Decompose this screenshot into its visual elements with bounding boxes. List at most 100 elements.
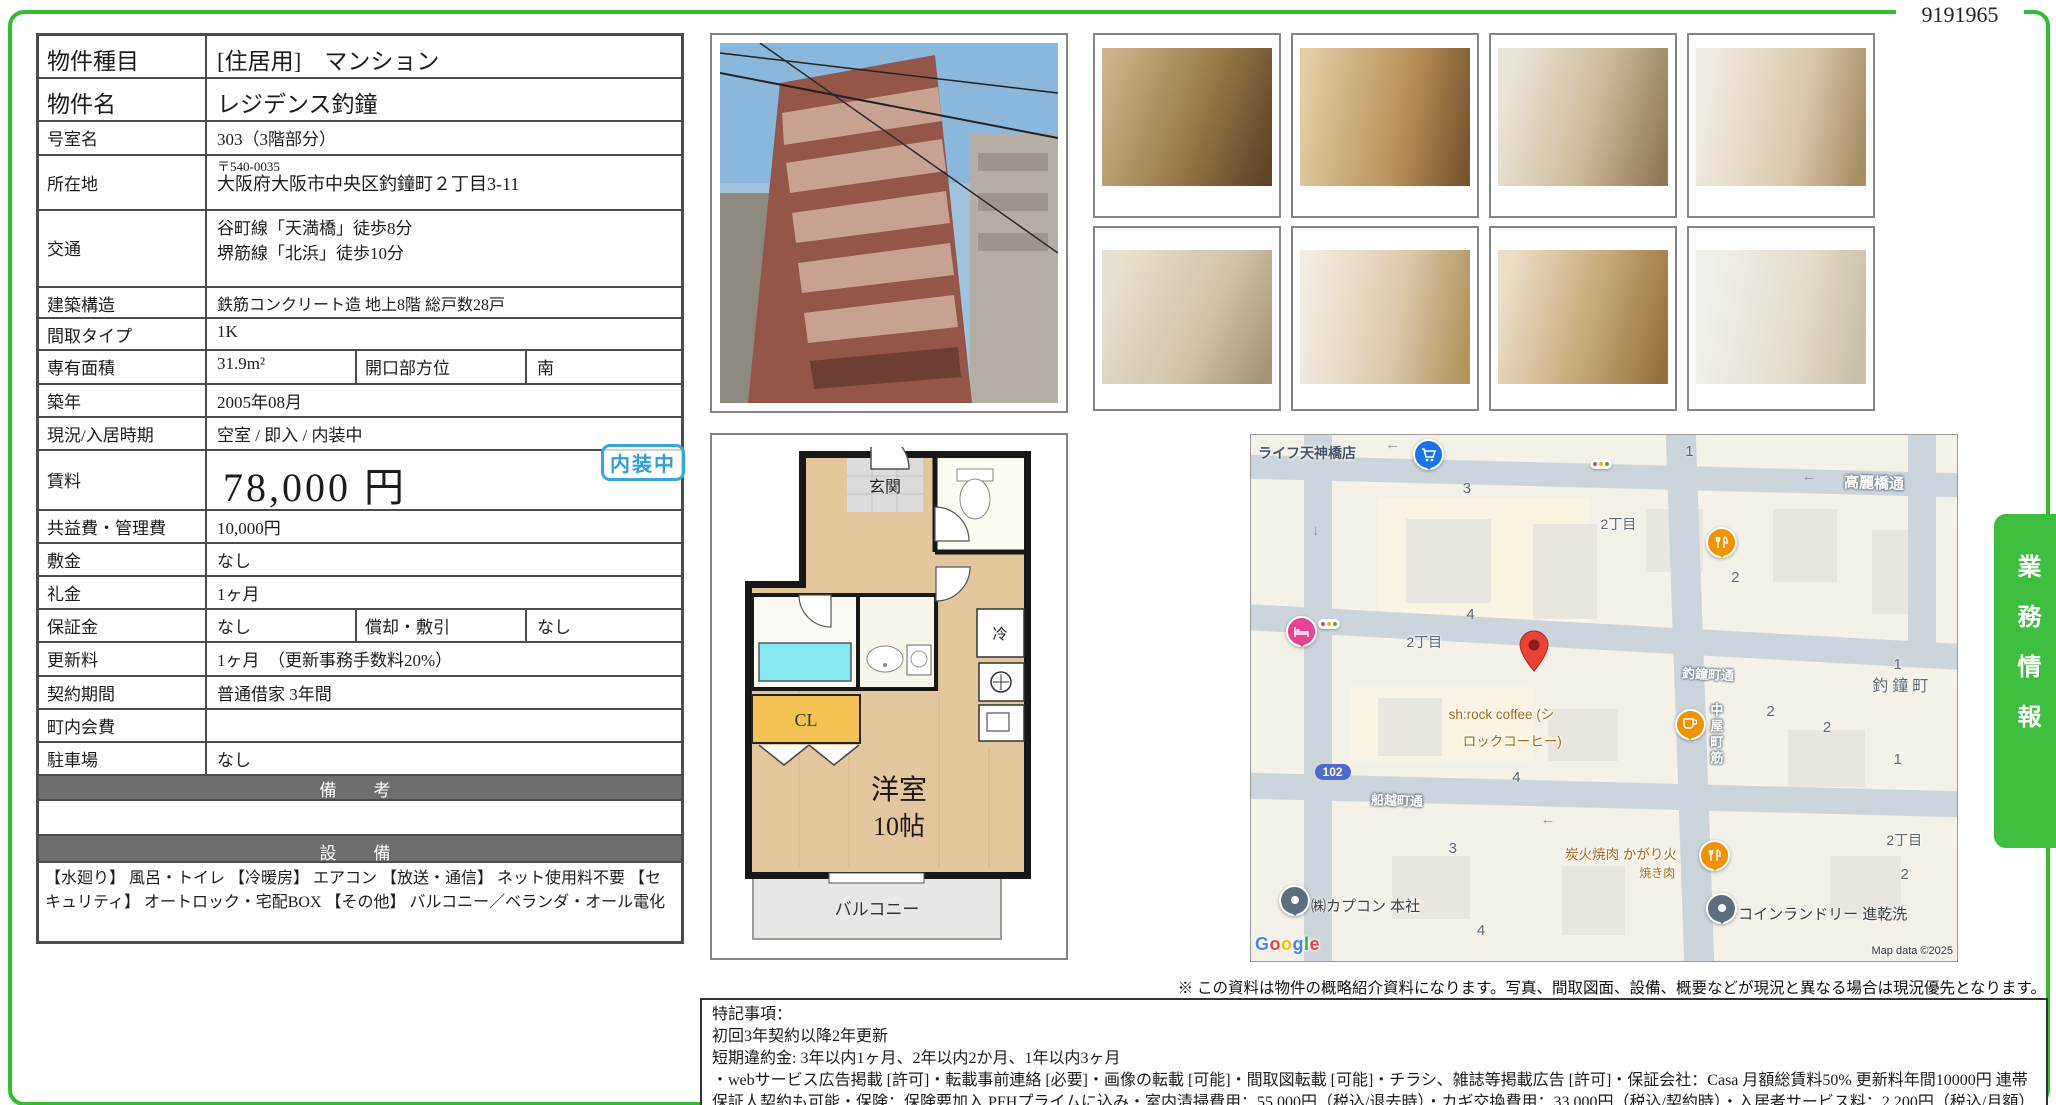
special-notes-box: 特記事項： 初回3年契約以降2年更新 短期違約金: 3年以内1ヶ月、2年以内2か… bbox=[700, 998, 2048, 1105]
row-value: なし bbox=[207, 743, 681, 774]
equipment-text: 【水廻り】 風呂・トイレ 【冷暖房】 エアコン 【放送・通信】 ネット使用料不要… bbox=[39, 863, 681, 941]
google-logo-letter: e bbox=[1310, 934, 1321, 954]
place-pin-icon bbox=[1279, 885, 1310, 916]
table-row: 物件名 レジデンス釣鐘 bbox=[39, 79, 681, 122]
postal-code: 〒540-0035 bbox=[217, 160, 681, 174]
road-west-vertical bbox=[1304, 434, 1332, 962]
table-row-deposit: 保証金 なし 償却・敷引 なし bbox=[39, 610, 681, 643]
table-row: 物件種目 [住居用] マンション bbox=[39, 36, 681, 79]
row-value: なし bbox=[207, 544, 681, 575]
row-sublabel: 開口部方位 bbox=[357, 351, 527, 383]
table-row-area: 専有面積 31.9m² 開口部方位 南 bbox=[39, 351, 681, 385]
table-row-transport: 交通 谷町線「天満橋」徒歩8分 堺筋線「北浜」徒歩10分 bbox=[39, 211, 681, 288]
google-logo-letter: o bbox=[1281, 934, 1293, 954]
row-label: 間取タイプ bbox=[39, 319, 207, 349]
google-logo-letter: g bbox=[1293, 934, 1305, 954]
interior-work-badge: 内装中 bbox=[601, 444, 685, 481]
place-pin-icon bbox=[1706, 893, 1737, 924]
block-number: 2 bbox=[1731, 569, 1739, 586]
transport-line-1: 谷町線「天満橋」徒歩8分 bbox=[217, 214, 681, 239]
traffic-light-icon bbox=[1590, 459, 1612, 469]
table-row: 建築構造 鉄筋コンクリート造 地上8階 総戸数28戸 bbox=[39, 288, 681, 319]
remarks-text bbox=[39, 801, 681, 834]
table-row: 敷金 なし bbox=[39, 544, 681, 577]
notes-line: 短期違約金: 3年以内1ヶ月、2年以内2か月、1年以内3ヶ月 bbox=[712, 1048, 2036, 1070]
road-arrow-icon: ↓ bbox=[1312, 522, 1320, 539]
yakiniku-sub-label: 焼き肉 bbox=[1639, 864, 1675, 881]
chome-label-se: 2丁目 bbox=[1886, 830, 1922, 850]
row-label: 所在地 bbox=[39, 156, 207, 209]
row-value: 10,000円 bbox=[207, 511, 681, 542]
block-number: 1 bbox=[1685, 443, 1693, 460]
route-shield: 102 bbox=[1315, 764, 1351, 780]
row-label: 号室名 bbox=[39, 122, 207, 154]
road-arrow-icon: ← bbox=[1385, 436, 1400, 453]
row-label: 町内会費 bbox=[39, 710, 207, 741]
row-label: 契約期間 bbox=[39, 677, 207, 708]
row-label: 現況/入居時期 bbox=[39, 418, 207, 449]
row-label: 物件名 bbox=[39, 79, 207, 120]
block-number: 4 bbox=[1477, 922, 1485, 939]
block-number: 4 bbox=[1466, 606, 1474, 623]
block-number: 2 bbox=[1901, 866, 1909, 883]
map-building bbox=[1773, 509, 1837, 583]
row-value: なし bbox=[207, 610, 357, 641]
table-row: 礼金 1ヶ月 bbox=[39, 577, 681, 610]
capcom-label: ㈱カプコン 本社 bbox=[1311, 895, 1420, 916]
table-row: 更新料 1ヶ月 （更新事務手数料20%） bbox=[39, 643, 681, 677]
chome-label-ne: 2丁目 bbox=[1600, 514, 1636, 534]
street-name-vertical: 中屋町筋 bbox=[1706, 703, 1725, 767]
row-value bbox=[207, 710, 681, 741]
map-building bbox=[1533, 524, 1597, 619]
row-label: 交通 bbox=[39, 211, 207, 286]
row-value: レジデンス釣鐘 bbox=[207, 79, 681, 120]
road-arrow-icon: ← bbox=[1540, 811, 1555, 828]
remarks-body bbox=[39, 801, 681, 836]
coffee-shop-label: sh:rock coffee (シ bbox=[1449, 703, 1555, 723]
document-id: 9191965 bbox=[1922, 2, 1999, 28]
row-value: 1ヶ月 （更新事務手数料20%） bbox=[207, 643, 681, 675]
row-label: 物件種目 bbox=[39, 36, 207, 77]
row-label: 敷金 bbox=[39, 544, 207, 575]
document-id-patch: 9191965 bbox=[1896, 0, 2024, 30]
laundry-label: コインランドリー 進乾洗 bbox=[1738, 903, 1907, 924]
restaurant-icon-ne bbox=[1706, 527, 1737, 558]
table-row: 間取タイプ 1K bbox=[39, 319, 681, 351]
row-subvalue: 南 bbox=[527, 351, 681, 383]
street-name-mid: 釣鐘町通 bbox=[1681, 662, 1734, 684]
notes-title: 特記事項： bbox=[712, 1004, 2036, 1026]
table-row: 築年 2005年08月 bbox=[39, 385, 681, 418]
notes-line: ・webサービス広告掲載 [許可]・転載事前連絡 [必要]・画像の転載 [可能]… bbox=[712, 1070, 2036, 1105]
equipment-header: 設 備 bbox=[39, 836, 681, 863]
google-logo-letter: G bbox=[1255, 934, 1270, 954]
row-value: 2005年08月 bbox=[207, 385, 681, 416]
property-table: 物件種目 [住居用] マンション 物件名 レジデンス釣鐘 号室名 303（3階部… bbox=[36, 33, 684, 944]
traffic-light-icon bbox=[1318, 619, 1340, 629]
address-text: 大阪府大阪市中央区釣鐘町２丁目3-11 bbox=[217, 174, 681, 196]
row-label: 築年 bbox=[39, 385, 207, 416]
property-location-marker bbox=[1519, 630, 1549, 672]
street-name-south: 船越町通 bbox=[1371, 789, 1424, 810]
block-number: 2 bbox=[1823, 719, 1831, 736]
chome-label-w: 2丁目 bbox=[1406, 632, 1442, 652]
table-row-address: 所在地 〒540-0035 大阪府大阪市中央区釣鐘町２丁目3-11 bbox=[39, 156, 681, 211]
table-row: 号室名 303（3階部分） bbox=[39, 122, 681, 156]
town-label: 釣鐘町 bbox=[1872, 672, 1932, 696]
coffee-icon bbox=[1675, 709, 1706, 740]
map-building bbox=[1562, 866, 1626, 934]
block-number: 3 bbox=[1449, 840, 1457, 857]
road-far-east-vertical bbox=[1908, 434, 1936, 666]
google-logo: Google bbox=[1255, 934, 1320, 955]
road-east-vertical bbox=[1665, 434, 1714, 962]
property-flyer-page: 9191965 物件種目 [住居用] マンション 物件名 レジデンス釣鐘 号室名… bbox=[0, 0, 2056, 1105]
location-map: ← ← ↓ ← ↓ ライフ天神橋店 高麗橋通 釣鐘町通 船越町通 中屋町筋 釣鐘… bbox=[1250, 434, 1958, 962]
disclaimer-note: ※ この資料は物件の概略紹介資料になります。写真、間取図面、設備、概要などが現況… bbox=[846, 976, 2046, 998]
row-label: 専有面積 bbox=[39, 351, 207, 383]
row-value: 谷町線「天満橋」徒歩8分 堺筋線「北浜」徒歩10分 bbox=[207, 211, 681, 286]
business-info-tab: 業務情報 bbox=[1994, 514, 2056, 848]
road-arrow-icon: ← bbox=[1802, 468, 1817, 485]
row-label: 賃料 bbox=[39, 451, 207, 509]
row-value: [住居用] マンション bbox=[207, 36, 681, 77]
row-label: 建築構造 bbox=[39, 288, 207, 317]
block-number: 4 bbox=[1512, 769, 1520, 786]
